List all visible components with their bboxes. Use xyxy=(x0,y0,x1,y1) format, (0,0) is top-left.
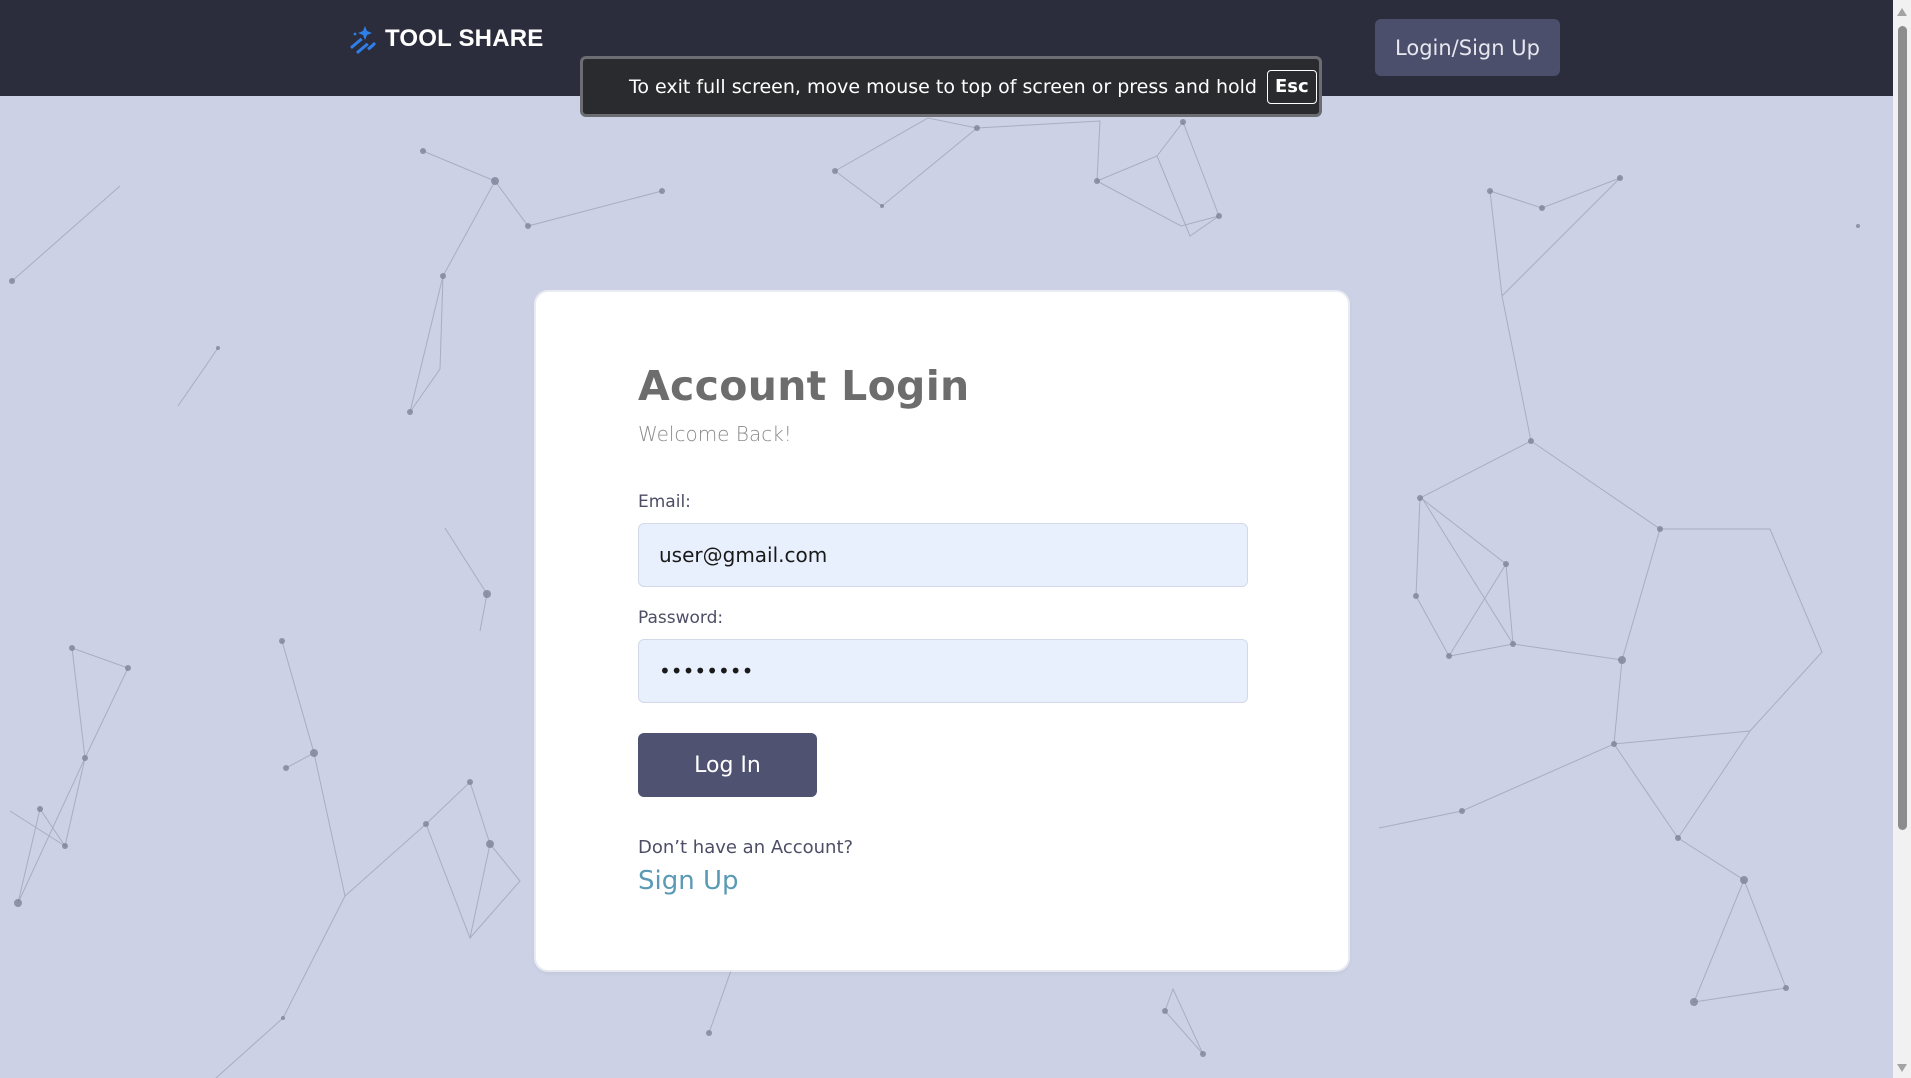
email-field[interactable] xyxy=(638,523,1248,587)
login-signup-button[interactable]: Login/Sign Up xyxy=(1375,19,1560,76)
scroll-up-arrow-icon[interactable] xyxy=(1897,8,1907,16)
sparkle-wand-icon xyxy=(349,26,376,55)
password-label: Password: xyxy=(638,608,724,628)
page-title: Account Login xyxy=(638,362,970,410)
fullscreen-notice-text: To exit full screen, move mouse to top o… xyxy=(629,75,1257,98)
welcome-subtitle: Welcome Back! xyxy=(638,422,792,446)
log-in-button[interactable]: Log In xyxy=(638,733,817,797)
password-field[interactable] xyxy=(638,639,1248,703)
email-label: Email: xyxy=(638,492,691,512)
login-card: Account Login Welcome Back! Email: Passw… xyxy=(536,292,1348,970)
scrollbar-thumb[interactable] xyxy=(1898,26,1907,830)
sign-up-link[interactable]: Sign Up xyxy=(638,866,739,896)
brand-name: TOOL SHARE xyxy=(385,25,544,52)
fullscreen-exit-notice: To exit full screen, move mouse to top o… xyxy=(580,56,1322,117)
esc-key-badge: Esc xyxy=(1266,69,1317,104)
scroll-down-arrow-icon[interactable] xyxy=(1897,1064,1907,1072)
brand-logo[interactable]: TOOL SHARE xyxy=(345,22,543,56)
page-scrollbar[interactable] xyxy=(1893,0,1911,1078)
no-account-text: Don’t have an Account? xyxy=(638,837,854,858)
